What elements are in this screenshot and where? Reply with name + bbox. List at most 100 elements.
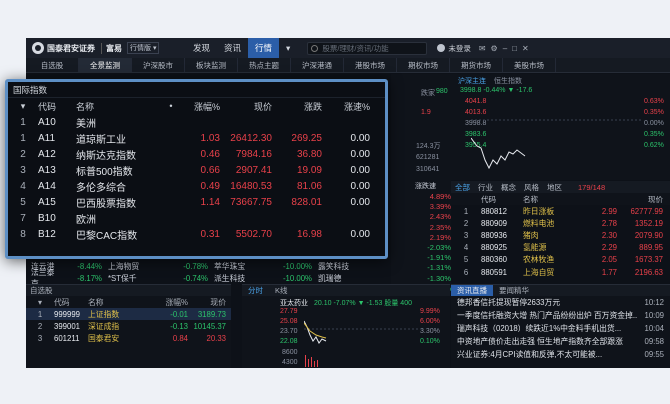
index-row[interactable]: 1 A10 美洲 xyxy=(8,114,385,130)
sector-row[interactable]: 3 880936 猪肉 2.30 2079.90 xyxy=(451,229,670,241)
tab-sector-monitor[interactable]: 板块监测 xyxy=(185,58,238,72)
row-change-pct: 1.03 xyxy=(200,132,220,144)
sector-row[interactable]: 1 880812 昨日涨板 2.99 62777.99 xyxy=(451,205,670,217)
col-change-pct[interactable]: 涨幅% xyxy=(180,100,220,113)
sector-code: 880360 xyxy=(481,255,508,265)
sector-price: 1673.37 xyxy=(634,255,663,265)
wl-head-name[interactable]: 名称 xyxy=(88,297,146,308)
row-code: A11 xyxy=(38,132,56,144)
filter-style[interactable]: 风格 xyxy=(520,182,543,193)
news-time: 10:09 xyxy=(644,311,664,320)
filter-region[interactable]: 地区 xyxy=(543,182,566,193)
col-name[interactable]: 名称 xyxy=(76,100,162,113)
nav-dropdown-icon[interactable]: ▾ xyxy=(279,38,297,58)
sort-down-icon[interactable]: ▾ xyxy=(8,101,38,112)
index-row[interactable]: 5 A15 巴西股票指数 1.14 73667.75 828.01 0.00 xyxy=(8,194,385,210)
search-input[interactable]: 股票/理财/资讯/功能 xyxy=(307,41,428,55)
nav-news[interactable]: 资讯 xyxy=(217,38,248,58)
mail-icon[interactable]: ✉ xyxy=(479,44,486,53)
version-dropdown[interactable]: 行情版 ▾ xyxy=(127,42,160,54)
news-item[interactable]: 瑞声科技（02018）续跌近1%中金料手机出货... 10:04 xyxy=(451,322,670,335)
index-label[interactable]: 沪深主连 xyxy=(458,76,486,86)
row-change: 828.01 xyxy=(291,196,322,208)
filter-concept[interactable]: 概念 xyxy=(497,182,520,193)
sector-idx: 3 xyxy=(463,230,469,240)
row-change-pct: 1.14 xyxy=(200,196,220,208)
col-code[interactable]: 代码 xyxy=(38,100,76,113)
wl-head-price[interactable]: 现价 xyxy=(188,297,226,308)
col-price[interactable]: 现价 xyxy=(220,100,272,113)
tab-hk-market[interactable]: 港股市场 xyxy=(344,58,397,72)
row-price: 73667.75 xyxy=(230,196,272,208)
index-chart-panel[interactable]: 沪深主连 恒生指数 3998.8 -0.44% ▼ -17.6 4041.8 4… xyxy=(391,74,670,180)
index-label-2[interactable]: 恒生指数 xyxy=(494,76,522,86)
watchlist-row[interactable]: 3 601211 国泰君安 0.84 20.33 xyxy=(26,332,231,344)
col-speed[interactable]: 涨速% xyxy=(322,100,370,113)
index-row[interactable]: 8 B12 巴黎CAC指数 0.31 5502.70 16.98 0.00 xyxy=(8,226,385,242)
wl-head-code[interactable]: 代码 xyxy=(54,297,88,308)
intraday-chart-panel[interactable]: 分时 K线 亚太药业 20.10 -7.07% ▼ -1.53 股量 400 2… xyxy=(242,284,450,368)
row-index: 4 xyxy=(20,180,26,192)
row-index: 5 xyxy=(20,196,26,208)
news-item[interactable]: 德邦香信托提现暂停2633万元 10:12 xyxy=(451,296,670,309)
sector-code: 880591 xyxy=(481,267,508,277)
tab-timeshare[interactable]: 分时 xyxy=(242,285,269,296)
header-name[interactable]: 名称 xyxy=(523,194,575,205)
speed-value: -8.44% xyxy=(77,261,102,271)
tab-news-live[interactable]: 资讯直播 xyxy=(451,285,493,296)
gear-icon[interactable]: ⚙ xyxy=(491,44,498,53)
watchlist-row[interactable]: 2 399001 深证成指 -0.13 10145.37 xyxy=(26,320,231,332)
sector-price: 1352.19 xyxy=(634,218,663,228)
wl-price: 20.33 xyxy=(206,333,226,343)
news-list: 德邦香信托提现暂停2633万元 10:12 一季度信托融资大增 热门产品纷纷出炉 百… xyxy=(451,296,670,361)
col-change[interactable]: 涨跌 xyxy=(272,100,322,113)
header-price[interactable]: 现价 xyxy=(575,194,663,205)
sector-row[interactable]: 5 880360 农林牧渔 2.05 1673.37 xyxy=(451,254,670,266)
row-speed: 0.00 xyxy=(350,180,370,192)
tab-connect[interactable]: 沪深港通 xyxy=(291,58,344,72)
tab-kline[interactable]: K线 xyxy=(269,285,294,296)
row-index: 2 xyxy=(20,148,26,160)
nav-market[interactable]: 行情 xyxy=(248,38,280,58)
row-name: 美洲 xyxy=(76,118,96,130)
sector-row[interactable]: 4 880925 氢能源 2.29 889.95 xyxy=(451,242,670,254)
header-code[interactable]: 代码 xyxy=(481,194,523,205)
news-item[interactable]: 兴业证券:4月CPI读值和反弹,不太可能被... 09:55 xyxy=(451,348,670,361)
index-row[interactable]: 7 B10 欧洲 xyxy=(8,210,385,226)
speed-name-2: *ST保千 xyxy=(108,273,137,283)
index-row[interactable]: 3 A13 标普500指数 0.66 2907.41 19.09 0.00 xyxy=(8,162,385,178)
index-row[interactable]: 1 A11 道琼斯工业 1.03 26412.30 269.25 0.00 xyxy=(8,130,385,146)
minimize-icon[interactable]: – xyxy=(503,44,507,53)
sector-row[interactable]: 2 880909 燃料电池 2.78 1352.19 xyxy=(451,217,670,229)
nav-discover[interactable]: 发现 xyxy=(186,38,217,58)
filter-all[interactable]: 全部 xyxy=(451,182,474,193)
row-code: A13 xyxy=(38,164,56,176)
tab-sh-sz[interactable]: 沪深股市 xyxy=(132,58,185,72)
row-change-pct: 0.49 xyxy=(200,180,220,192)
restore-icon[interactable]: □ xyxy=(512,44,517,53)
speed-value: 2.43% xyxy=(429,212,451,222)
wl-head-pct[interactable]: 涨幅% xyxy=(146,297,188,308)
login-status[interactable]: 未登录 xyxy=(437,43,471,54)
tab-hot-topics[interactable]: 热点主题 xyxy=(238,58,291,72)
row-price: 26412.30 xyxy=(230,132,272,144)
filter-industry[interactable]: 行业 xyxy=(474,182,497,193)
speed-row[interactable]: 法兰泰克 -8.17% *ST保千 -0.74% 派生科技 -10.00% 凯瑞… xyxy=(26,268,451,288)
tab-panorama[interactable]: 全景监测 xyxy=(79,58,132,72)
sector-row[interactable]: 6 880591 上海自贸 1.77 2196.63 xyxy=(451,266,670,278)
speed-row[interactable]: 连云港 -8.44% 上海物贸 -0.78% 萃华珠宝 -10.00% 露笑科技 xyxy=(26,260,451,272)
tab-options[interactable]: 期权市场 xyxy=(397,58,450,72)
sector-code: 880909 xyxy=(481,218,508,228)
news-item[interactable]: 一季度信托融资大增 热门产品纷纷出炉 百万资金掉... 10:09 xyxy=(451,309,670,322)
sort-icon[interactable]: ▾ xyxy=(26,298,54,307)
tab-us-market[interactable]: 美股市场 xyxy=(503,58,556,72)
tab-watchlist[interactable]: 自选股 xyxy=(26,58,79,72)
close-icon[interactable]: ✕ xyxy=(522,44,529,53)
news-item[interactable]: 中资地产债价走出走强 恒生地产指数齐全部跟涨 09:58 xyxy=(451,335,670,348)
tab-news-highlights[interactable]: 要闻精华 xyxy=(493,285,535,296)
speed-name-3: 派生科技 xyxy=(214,273,246,283)
watchlist-row[interactable]: 1 999999 上证指数 -0.01 3189.73 xyxy=(26,308,231,320)
index-row[interactable]: 2 A12 纳斯达克指数 0.46 7984.16 36.80 0.00 xyxy=(8,146,385,162)
tab-futures[interactable]: 期货市场 xyxy=(450,58,503,72)
index-row[interactable]: 4 A14 多伦多综合 0.49 16480.53 81.06 0.00 xyxy=(8,178,385,194)
